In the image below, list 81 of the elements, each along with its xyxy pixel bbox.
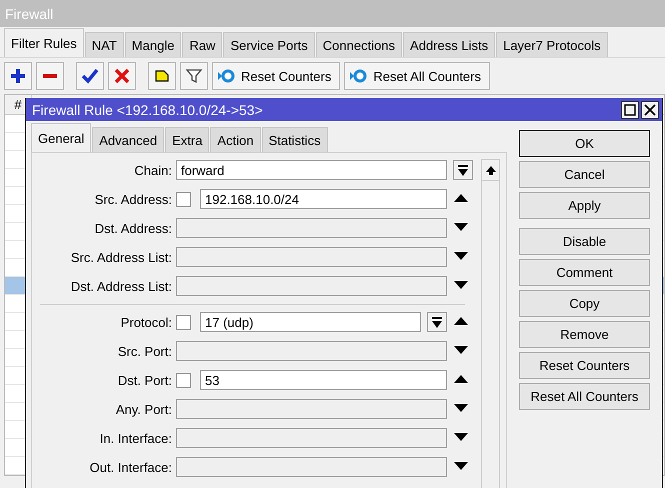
dropdown-arrow-icon [458, 164, 468, 176]
dialog-title: Firewall Rule <192.168.10.0/24->53> [32, 102, 263, 118]
expand-arrow-icon[interactable] [454, 433, 468, 441]
dropdown-button[interactable] [427, 312, 447, 332]
input-field[interactable]: 17 (udp) [200, 312, 421, 332]
field-label: Dst. Address: [94, 220, 173, 236]
toolbar-button[interactable] [4, 62, 32, 90]
field-label: Chain: [133, 162, 173, 178]
toolbar-button[interactable] [148, 62, 176, 90]
tab[interactable]: Service Ports [223, 32, 315, 57]
field-label: In. Interface: [98, 430, 173, 446]
tab[interactable]: Filter Rules [4, 28, 84, 57]
maximize-icon [624, 104, 636, 116]
tab[interactable]: General [31, 123, 92, 152]
dialog-button[interactable]: Remove [519, 321, 650, 348]
expand-arrow-icon[interactable] [454, 252, 468, 260]
tab[interactable]: Connections [316, 32, 402, 57]
tab[interactable]: Mangle [124, 32, 182, 57]
tab[interactable]: Layer7 Protocols [496, 32, 608, 57]
input-field[interactable] [176, 247, 447, 267]
collapse-arrow-icon[interactable] [454, 375, 468, 383]
reset-icon [217, 69, 235, 83]
cross-icon [113, 67, 131, 85]
collapse-arrow-icon[interactable] [454, 194, 468, 202]
maximize-button[interactable] [621, 100, 639, 118]
input-field[interactable] [176, 428, 447, 448]
input-field[interactable]: 192.168.10.0/24 [200, 189, 447, 209]
tab[interactable]: Address Lists [403, 32, 496, 57]
field-label: Src. Address: [94, 192, 173, 206]
plus-icon [9, 67, 27, 85]
tab[interactable]: Raw [182, 32, 222, 57]
checkbox[interactable] [176, 372, 191, 388]
field-label: Out. Interface: [88, 460, 173, 474]
dialog-button[interactable]: OK [519, 130, 650, 157]
input-field[interactable]: forward [176, 160, 447, 180]
window-title: Firewall [0, 0, 665, 27]
dialog-button[interactable]: Reset All Counters [519, 383, 650, 410]
tab[interactable]: Action [210, 127, 261, 152]
dialog-button[interactable]: Comment [519, 259, 650, 286]
reset-icon [349, 69, 368, 83]
toolbar-button[interactable]: Reset All Counters [344, 62, 490, 90]
tab[interactable]: Advanced [92, 127, 164, 152]
minus-icon [41, 73, 59, 79]
field-label: Any. Port: [114, 402, 173, 416]
input-field[interactable] [176, 457, 447, 477]
filter-icon [185, 67, 203, 85]
field-label: Protocol: [120, 314, 173, 330]
dropdown-button[interactable] [453, 160, 473, 180]
expand-arrow-icon[interactable] [454, 223, 468, 231]
toolbar-button[interactable]: Reset Counters [212, 62, 340, 90]
tab[interactable]: Extra [165, 127, 210, 152]
expand-arrow-icon[interactable] [454, 346, 468, 354]
dialog-button[interactable]: Cancel [519, 161, 650, 188]
input-field[interactable]: 53 [200, 370, 447, 390]
close-button[interactable] [641, 100, 659, 118]
toolbar-button[interactable] [180, 62, 208, 90]
checkbox[interactable] [176, 314, 191, 330]
expand-arrow-icon[interactable] [454, 281, 468, 289]
close-icon [644, 104, 656, 116]
checkbox[interactable] [176, 192, 191, 206]
up-arrow-icon [486, 165, 496, 175]
dialog-button[interactable]: Apply [519, 192, 650, 219]
field-label: Src. Address List: [70, 250, 173, 264]
toolbar-button[interactable] [76, 62, 104, 90]
expand-arrow-icon[interactable] [454, 404, 468, 412]
dialog-button[interactable]: Reset Counters [519, 352, 650, 379]
input-field[interactable] [176, 399, 447, 419]
input-field[interactable] [176, 276, 447, 296]
dropdown-arrow-icon [432, 316, 442, 328]
check-icon [81, 67, 99, 85]
field-label: Dst. Port: [116, 372, 173, 388]
field-label: Src. Port: [116, 344, 173, 358]
tab[interactable]: NAT [84, 32, 124, 57]
field-label: Dst. Address List: [70, 278, 173, 294]
tab[interactable]: Statistics [262, 127, 328, 152]
dialog-button[interactable]: Copy [519, 290, 650, 317]
input-field[interactable] [176, 341, 447, 361]
collapse-arrow-icon[interactable] [454, 317, 468, 325]
dialog-button[interactable]: Disable [519, 228, 650, 255]
input-field[interactable] [176, 218, 447, 238]
expand-arrow-icon[interactable] [454, 462, 468, 470]
